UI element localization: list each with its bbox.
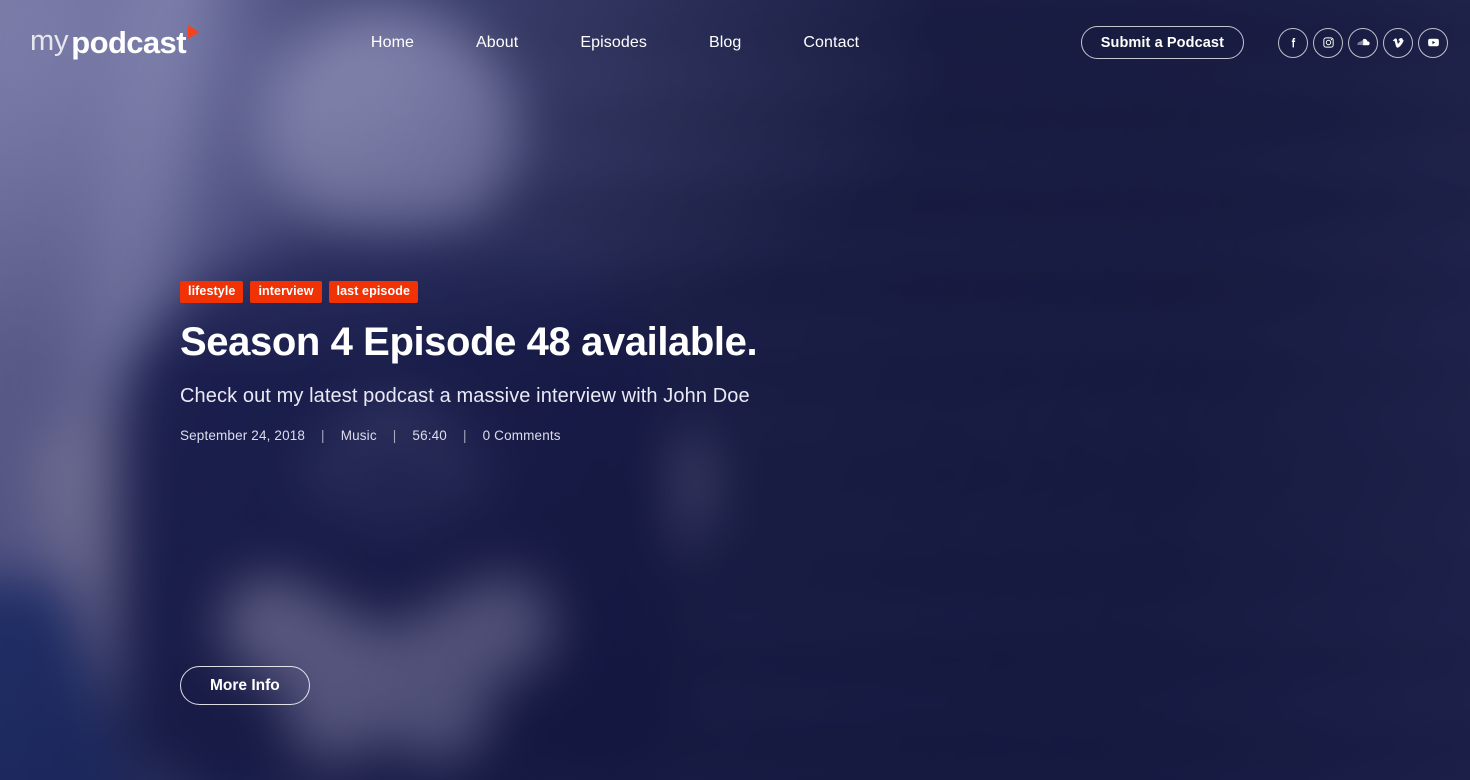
vimeo-icon[interactable] bbox=[1383, 27, 1413, 58]
meta-separator-2: | bbox=[392, 428, 397, 444]
meta-duration: 56:40 bbox=[412, 428, 447, 444]
site-logo[interactable]: my podcast bbox=[30, 25, 199, 60]
episode-tags: lifestyle interview last episode bbox=[180, 281, 757, 303]
meta-separator-1: | bbox=[321, 428, 325, 444]
meta-separator-3: | bbox=[462, 428, 467, 444]
episode-meta: September 24, 2018 | Music | 56:40 | 0 C… bbox=[180, 428, 757, 443]
nav-item-episodes[interactable]: Episodes bbox=[549, 24, 678, 62]
soundcloud-icon[interactable] bbox=[1348, 27, 1378, 58]
play-triangle-icon bbox=[187, 25, 199, 39]
nav-item-blog[interactable]: Blog bbox=[678, 24, 772, 62]
nav-item-contact[interactable]: Contact bbox=[772, 24, 890, 62]
site-header: my podcast Home About Episodes Blog Cont… bbox=[0, 0, 1470, 85]
hero-section: my podcast Home About Episodes Blog Cont… bbox=[0, 0, 1470, 780]
main-navigation: Home About Episodes Blog Contact bbox=[340, 24, 890, 62]
social-links bbox=[1278, 27, 1448, 58]
hero-subtitle: Check out my latest podcast a massive in… bbox=[180, 385, 750, 408]
youtube-icon[interactable] bbox=[1418, 27, 1448, 58]
hero-content: lifestyle interview last episode Season … bbox=[180, 281, 758, 443]
tag-lifestyle[interactable]: lifestyle bbox=[180, 281, 244, 303]
nav-item-home[interactable]: Home bbox=[340, 24, 445, 62]
nav-item-about[interactable]: About bbox=[445, 24, 549, 62]
more-info-button[interactable]: More Info bbox=[180, 666, 310, 705]
logo-text-light: my bbox=[30, 25, 69, 57]
instagram-icon[interactable] bbox=[1313, 27, 1343, 58]
meta-category[interactable]: Music bbox=[341, 428, 377, 443]
hero-title: Season 4 Episode 48 available. bbox=[180, 319, 758, 364]
logo-text-bold: podcast bbox=[71, 25, 186, 60]
tag-last-episode[interactable]: last episode bbox=[328, 281, 418, 303]
meta-comments[interactable]: 0 Comments bbox=[483, 428, 561, 443]
meta-date: September 24, 2018 bbox=[180, 428, 306, 444]
header-actions: Submit a Podcast bbox=[1080, 26, 1448, 59]
tag-interview[interactable]: interview bbox=[250, 281, 322, 303]
submit-podcast-button[interactable]: Submit a Podcast bbox=[1080, 26, 1244, 59]
facebook-icon[interactable] bbox=[1278, 27, 1308, 58]
